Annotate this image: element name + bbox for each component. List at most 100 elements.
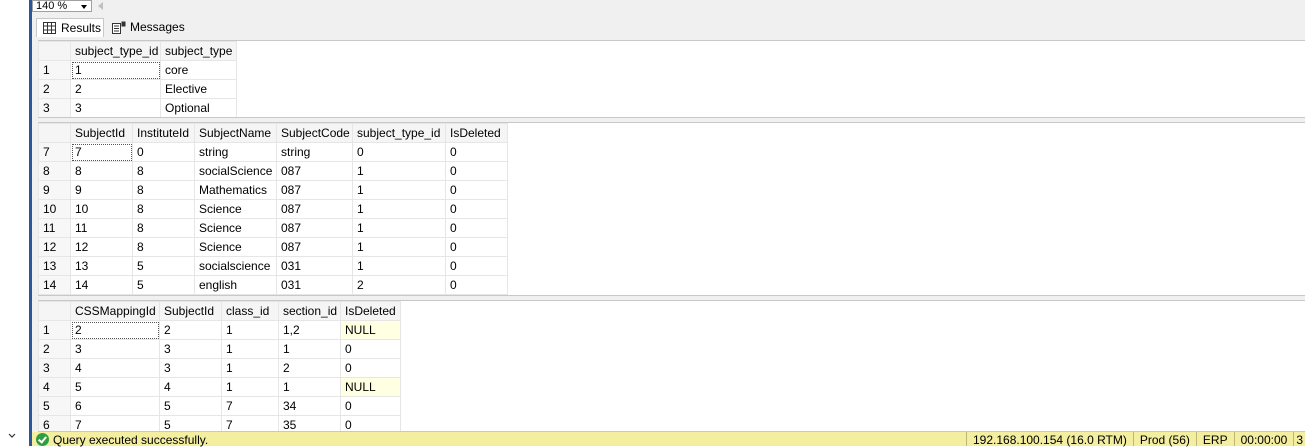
column-header[interactable]: subject_type_id [70, 41, 161, 61]
table-row[interactable]: 8 8 8 socialScience 087 1 0 [38, 161, 508, 181]
grid-cell[interactable]: socialscience [194, 256, 277, 276]
grid-cell[interactable]: 8 [132, 180, 195, 200]
grid-cell[interactable]: NULL [340, 377, 401, 397]
column-header[interactable]: subject_type_id [352, 123, 446, 143]
row-number[interactable]: 3 [38, 98, 71, 117]
corner-cell[interactable] [38, 123, 71, 143]
table-row[interactable]: 14 14 5 english 031 2 0 [38, 275, 508, 295]
grid-cell[interactable]: 1 [352, 256, 446, 276]
grid-cell[interactable]: Science [194, 199, 277, 219]
grid-cell[interactable]: 35 [278, 415, 341, 431]
grid-cell[interactable]: 087 [276, 161, 353, 181]
grid-cell[interactable]: 0 [132, 142, 195, 162]
grid-cell[interactable]: 0 [340, 396, 401, 416]
grid-cell[interactable]: 0 [445, 237, 508, 257]
tab-results[interactable]: Results [36, 18, 104, 37]
grid-cell[interactable]: Elective [160, 79, 237, 99]
column-header[interactable]: SubjectId [70, 123, 133, 143]
grid-cell[interactable]: NULL [340, 320, 401, 340]
row-number[interactable]: 12 [38, 237, 71, 257]
grid-cell[interactable]: 34 [278, 396, 341, 416]
grid-cell[interactable]: 8 [132, 161, 195, 181]
grid-cell[interactable]: 6 [70, 396, 160, 416]
grid-cell[interactable]: 087 [276, 199, 353, 219]
grid-cell[interactable]: Science [194, 218, 277, 238]
table-row[interactable]: 7 7 0 string string 0 0 [38, 142, 508, 162]
grid-cell[interactable]: 0 [352, 142, 446, 162]
column-header[interactable]: class_id [221, 301, 279, 321]
column-header[interactable]: InstituteId [132, 123, 195, 143]
grid-cell[interactable]: 031 [276, 256, 353, 276]
tab-messages[interactable]: Messages [106, 18, 185, 37]
grid-cell[interactable]: 0 [340, 358, 401, 378]
grid-cell[interactable]: 8 [132, 237, 195, 257]
grid-cell[interactable]: 5 [132, 256, 195, 276]
table-row[interactable]: 13 13 5 socialscience 031 1 0 [38, 256, 508, 276]
table-row[interactable]: 11 11 8 Science 087 1 0 [38, 218, 508, 238]
table-row[interactable]: 5 6 5 7 34 0 [38, 396, 401, 416]
grid-cell[interactable]: 5 [70, 377, 160, 397]
column-header[interactable]: CSSMappingId [70, 301, 160, 321]
grid-cell[interactable]: 2 [159, 320, 222, 340]
grid-cell[interactable]: string [276, 142, 353, 162]
grid-cell[interactable]: 087 [276, 237, 353, 257]
grid-cell[interactable]: 0 [445, 180, 508, 200]
grid-cell[interactable]: socialScience [194, 161, 277, 181]
grid-cell[interactable]: 1 [221, 339, 279, 359]
row-number[interactable]: 6 [38, 415, 71, 431]
table-row[interactable]: 233110 [38, 339, 401, 359]
grid-cell[interactable]: 1 [352, 199, 446, 219]
grid-cell[interactable]: 12 [70, 237, 133, 257]
grid-cell[interactable]: 031 [276, 275, 353, 295]
table-row[interactable]: 4 5 4 1 1 NULL [38, 377, 401, 397]
grid-cell[interactable]: 087 [276, 218, 353, 238]
table-row[interactable]: 10 10 8 Science 087 1 0 [38, 199, 508, 219]
grid-cell[interactable]: Optional [160, 98, 237, 117]
grid-cell[interactable]: 087 [276, 180, 353, 200]
row-number[interactable]: 8 [38, 161, 71, 181]
grid-cell[interactable]: 1 [278, 377, 341, 397]
column-header[interactable]: IsDeleted [445, 123, 508, 143]
zoom-select[interactable]: 140 % [32, 0, 92, 12]
grid-cell[interactable]: english [194, 275, 277, 295]
row-number[interactable]: 13 [38, 256, 71, 276]
grid-cell[interactable]: 1 [352, 161, 446, 181]
grid-cell[interactable]: 0 [445, 161, 508, 181]
grid-cell[interactable]: 3 [70, 339, 160, 359]
grid-cell[interactable]: 13 [70, 256, 133, 276]
column-header[interactable]: SubjectName [194, 123, 277, 143]
grid-cell[interactable]: 1 [352, 237, 446, 257]
table-row[interactable]: 1 1 core [38, 60, 237, 80]
column-header[interactable]: subject_type [160, 41, 237, 61]
grid-cell[interactable]: 3 [159, 358, 222, 378]
grid-cell[interactable]: 8 [132, 199, 195, 219]
column-header[interactable]: SubjectId [159, 301, 222, 321]
grid-cell[interactable]: 0 [445, 218, 508, 238]
grid-cell[interactable]: 9 [70, 180, 133, 200]
grid-cell[interactable]: core [160, 60, 237, 80]
row-number[interactable]: 1 [38, 60, 71, 80]
column-header[interactable]: section_id [278, 301, 341, 321]
table-row[interactable]: 3 3 Optional [38, 98, 237, 117]
table-row[interactable]: 1 2 2 1 1,2 NULL [38, 320, 401, 340]
row-number[interactable]: 4 [38, 377, 71, 397]
grid-cell[interactable]: 10 [70, 199, 133, 219]
grid-cell[interactable]: 2 [352, 275, 446, 295]
grid-cell[interactable]: 8 [132, 218, 195, 238]
row-number[interactable]: 1 [38, 320, 71, 340]
grid-cell[interactable]: 2 [278, 358, 341, 378]
grid-cell[interactable]: Science [194, 237, 277, 257]
corner-cell[interactable] [38, 301, 71, 321]
grid-cell[interactable]: 1 [70, 60, 161, 80]
grid-cell[interactable]: 2 [70, 320, 160, 340]
table-row[interactable]: 343120 [38, 358, 401, 378]
row-number[interactable]: 10 [38, 199, 71, 219]
grid-cell[interactable]: 1 [278, 339, 341, 359]
table-row[interactable]: 2 2 Elective [38, 79, 237, 99]
row-number[interactable]: 11 [38, 218, 71, 238]
grid-cell[interactable]: 1 [352, 180, 446, 200]
column-header[interactable]: IsDeleted [340, 301, 401, 321]
row-number[interactable]: 3 [38, 358, 71, 378]
chevron-down-icon[interactable] [8, 432, 16, 440]
grid-cell[interactable]: 1 [221, 377, 279, 397]
